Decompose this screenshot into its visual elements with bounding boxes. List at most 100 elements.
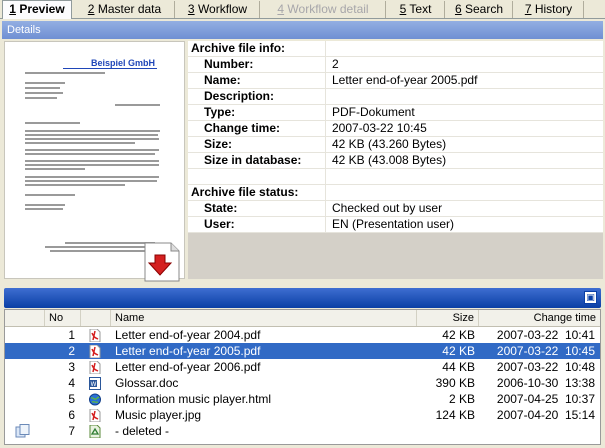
- pdf-icon: [89, 360, 101, 375]
- tab-workflow-detail[interactable]: 4 Workflow detail: [261, 1, 386, 18]
- file-change-time: 2007-04-20 15:14: [496, 408, 595, 422]
- tab-key: 1: [9, 2, 16, 16]
- preview-text-line: [25, 153, 155, 155]
- info-row-size: Size: 42 KB (43.260 Bytes): [188, 137, 603, 153]
- tab-label: Preview: [15, 2, 65, 16]
- info-heading-row: Archive file status:: [188, 185, 603, 201]
- info-value-change-time: 2007-03-22 10:45: [332, 121, 427, 135]
- restore-window-button[interactable]: ▣: [584, 291, 597, 304]
- file-size: [417, 423, 475, 439]
- row-number: 5: [68, 392, 75, 406]
- tab-label: Text: [406, 2, 432, 16]
- preview-text-line: [50, 250, 150, 252]
- preview-text-line: [25, 194, 75, 196]
- table-row[interactable]: 5 Information music player.html 2 KB 2007-0…: [5, 391, 600, 407]
- info-row-name: Name: Letter end-of-year 2005.pdf: [188, 73, 603, 89]
- file-name: Information music player.html: [115, 392, 272, 406]
- preview-text-line: [25, 168, 85, 170]
- document-preview[interactable]: Beispiel GmbH: [4, 41, 185, 282]
- table-row[interactable]: 7 - deleted -: [5, 423, 600, 439]
- info-row-description: Description:: [188, 89, 603, 105]
- info-label: User:: [188, 217, 326, 233]
- column-header-name[interactable]: Name: [111, 310, 417, 326]
- info-row-user: User: EN (Presentation user): [188, 217, 603, 233]
- file-size: 42 KB: [442, 344, 475, 358]
- row-number: 7: [68, 424, 75, 438]
- preview-text-line: [25, 122, 80, 124]
- column-header-icon[interactable]: [81, 310, 111, 326]
- copy-rows-icon[interactable]: [15, 424, 31, 440]
- pdf-icon: [89, 328, 101, 343]
- info-label: Change time:: [188, 121, 326, 137]
- preview-text-line: [25, 142, 135, 144]
- file-size: 390 KB: [435, 376, 475, 390]
- info-value-type: PDF-Dokument: [332, 105, 415, 119]
- info-spacer-row: [188, 169, 603, 185]
- tab-preview[interactable]: 1 Preview: [2, 0, 72, 19]
- table-row[interactable]: 4 W Glossar.doc 390 KB 2006-10-30 13:38: [5, 375, 600, 391]
- row-number: 3: [68, 360, 75, 374]
- file-change-time: 2007-03-22 10:41: [496, 328, 595, 342]
- list-header-bar: ▣: [4, 288, 601, 308]
- file-change-time: 2007-03-22 10:48: [496, 360, 595, 374]
- tab-label: Workflow detail: [284, 2, 369, 16]
- table-row[interactable]: 2 Letter end-of-year 2005.pdf 42 KB 2007-03…: [5, 343, 600, 359]
- info-label: Type:: [188, 105, 326, 121]
- preview-text-line: [25, 184, 125, 186]
- pdf-icon: [89, 344, 101, 359]
- file-change-time: 2006-10-30 13:38: [496, 376, 595, 390]
- tab-history[interactable]: 7 History: [514, 1, 584, 18]
- info-heading-row: Archive file info:: [188, 41, 603, 57]
- pdf-download-icon: [141, 241, 183, 283]
- file-size: 42 KB: [442, 328, 475, 342]
- table-row[interactable]: 3 Letter end-of-year 2006.pdf 44 KB 2007-03…: [5, 359, 600, 375]
- preview-text-line: [25, 138, 159, 140]
- info-label-empty: [188, 169, 326, 185]
- table-row[interactable]: 1 Letter end-of-year 2004.pdf 42 KB 2007-03…: [5, 327, 600, 343]
- tab-label: Workflow: [194, 2, 248, 16]
- preview-text-line: [25, 130, 160, 132]
- tab-master-data[interactable]: 2 Master data: [75, 1, 175, 18]
- recycle-icon: [89, 424, 101, 439]
- info-row-number: Number: 2: [188, 57, 603, 73]
- svg-text:W: W: [91, 381, 97, 388]
- tab-key: 3: [187, 2, 195, 16]
- info-label: State:: [188, 201, 326, 217]
- word-doc-icon: W: [89, 377, 101, 390]
- preview-text-line: [25, 204, 65, 206]
- tab-label: Search: [461, 2, 504, 16]
- row-number: 2: [68, 344, 75, 358]
- tab-key: 6: [454, 2, 462, 16]
- preview-text-line: [25, 87, 60, 89]
- file-name: - deleted -: [115, 424, 170, 438]
- preview-text-line: [25, 92, 63, 94]
- info-row-change-time: Change time: 2007-03-22 10:45: [188, 121, 603, 137]
- preview-text-line: [25, 134, 158, 136]
- preview-text-line: [25, 149, 159, 151]
- table-row[interactable]: 6 Music player.jpg 124 KB 2007-04-20 15:14: [5, 407, 600, 423]
- info-value-user: EN (Presentation user): [332, 217, 455, 231]
- file-size: 2 KB: [448, 392, 475, 406]
- tab-workflow[interactable]: 3 Workflow: [176, 1, 260, 18]
- grid-header: No Name Size Change time: [5, 310, 600, 327]
- file-change-time: [479, 423, 595, 439]
- archive-file-list: No Name Size Change time 1 Letter end-of-…: [4, 309, 601, 445]
- tab-search[interactable]: 6 Search: [446, 1, 513, 18]
- tab-label: Master data: [94, 2, 162, 16]
- tab-text[interactable]: 5 Text: [387, 1, 445, 18]
- file-name: Glossar.doc: [115, 376, 179, 390]
- tab-bar: 1 Preview 2 Master data 3 Workflow 4 Wor…: [0, 0, 605, 19]
- info-label: Name:: [188, 73, 326, 89]
- info-label: Description:: [188, 89, 326, 105]
- column-header-size[interactable]: Size: [417, 310, 479, 326]
- file-size: 124 KB: [435, 408, 475, 422]
- column-header-selector[interactable]: [5, 310, 45, 326]
- column-header-change-time[interactable]: Change time: [479, 310, 600, 326]
- tab-key: 7: [524, 2, 532, 16]
- preview-text-line: [25, 72, 105, 74]
- column-header-no[interactable]: No: [45, 310, 81, 326]
- restore-icon: ▣: [586, 292, 595, 302]
- file-name: Music player.jpg: [115, 408, 202, 422]
- tab-label: History: [531, 2, 573, 16]
- info-row-size-db: Size in database: 42 KB (43.008 Bytes): [188, 153, 603, 169]
